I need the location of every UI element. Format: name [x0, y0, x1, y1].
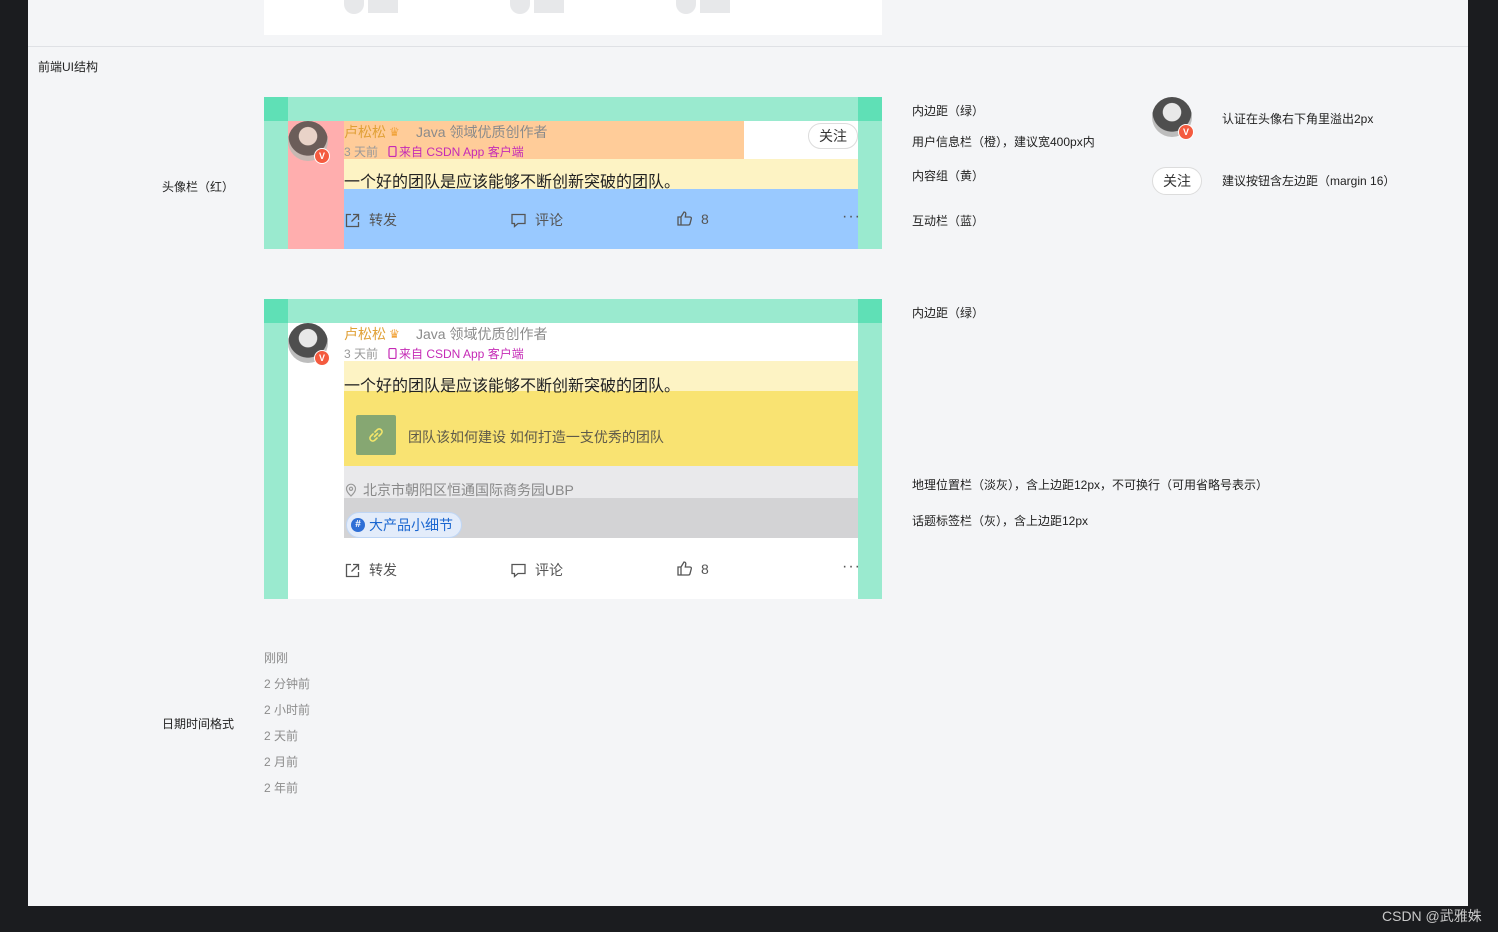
- follow-button[interactable]: 关注: [808, 123, 858, 149]
- like-button[interactable]: 8: [676, 560, 709, 577]
- padding-top: [264, 97, 882, 121]
- padding-corner: [264, 97, 288, 121]
- more-button[interactable]: ···: [842, 558, 861, 576]
- location-icon: [345, 483, 357, 497]
- like-icon: [677, 561, 692, 576]
- link-icon: [356, 415, 396, 455]
- post-source: 来自 CSDN App 客户端: [399, 145, 524, 159]
- user-title: Java 领域优质创作者: [416, 326, 548, 342]
- verified-icon: V: [314, 148, 330, 164]
- time-format-item: 刚刚: [264, 651, 289, 665]
- share-icon: [345, 213, 360, 227]
- padding-corner: [264, 299, 288, 323]
- placeholder-icon: [344, 0, 364, 14]
- like-count: 8: [701, 560, 709, 577]
- comment-icon: [511, 213, 526, 228]
- padding-top: [264, 299, 882, 323]
- topic-label: 大产品小细节: [369, 517, 453, 533]
- post-content: 一个好的团队是应该能够不断创新突破的团队。: [344, 378, 681, 395]
- comment-label: 评论: [535, 562, 563, 578]
- note-topic: 话题标签栏（灰），含上边距12px: [912, 514, 1089, 528]
- user-name[interactable]: 卢松松: [344, 324, 386, 344]
- row-label-date: 日期时间格式: [162, 717, 235, 731]
- post-card-extended: V 卢松松 ♛ Java 领域优质创作者 3 天前 来自 CSDN App 客户…: [264, 299, 882, 599]
- note-location: 地理位置栏（淡灰），含上边距12px，不可换行（可用省略号表示）: [912, 478, 1269, 492]
- hashtag-icon: #: [351, 518, 365, 532]
- like-count: 8: [701, 210, 709, 227]
- section-title: 前端UI结构: [38, 60, 99, 74]
- time-format-item: 2 分钟前: [264, 677, 311, 691]
- note-padding: 内边距（绿）: [912, 104, 985, 118]
- comment-label: 评论: [535, 212, 563, 228]
- row-label-avatar: 头像栏（红）: [162, 180, 235, 194]
- placeholder-icon: [510, 0, 530, 14]
- comment-button[interactable]: 评论: [510, 210, 563, 230]
- topic-tag[interactable]: # 大产品小细节: [346, 512, 462, 538]
- note-userinfo: 用户信息栏（橙），建议宽400px内: [912, 135, 1095, 149]
- post-time: 3 天前: [344, 145, 379, 159]
- time-format-item: 2 小时前: [264, 703, 311, 717]
- sample-follow-button[interactable]: 关注: [1152, 167, 1202, 195]
- note-follow: 建议按钮含左边距（margin 16）: [1222, 174, 1396, 188]
- location-text: 北京市朝阳区恒通国际商务园UBP: [363, 482, 574, 498]
- padding-corner: [858, 299, 882, 323]
- verified-icon: V: [1178, 124, 1194, 140]
- more-button[interactable]: ···: [842, 208, 861, 226]
- user-title: Java 领域优质创作者: [416, 124, 548, 140]
- share-icon: [345, 563, 360, 577]
- user-name[interactable]: 卢松松: [344, 122, 386, 142]
- placeholder-text: [534, 0, 564, 13]
- note-padding-2: 内边距（绿）: [912, 306, 985, 320]
- padding-right: [858, 323, 882, 599]
- link-title[interactable]: 团队该如何建设 如何打造一支优秀的团队: [408, 427, 664, 447]
- like-button[interactable]: 8: [676, 210, 709, 227]
- watermark: CSDN @武雅姝: [1382, 908, 1482, 924]
- padding-corner: [858, 97, 882, 121]
- crown-icon: ♛: [389, 125, 400, 139]
- time-format-item: 2 天前: [264, 729, 299, 743]
- phone-icon: [388, 348, 397, 359]
- post-card-annotated: V 卢松松 ♛ Java 领域优质创作者 3 天前 来自 CSDN App 客户…: [264, 97, 882, 249]
- time-format-item: 2 月前: [264, 755, 299, 769]
- section-divider: [28, 46, 1468, 47]
- time-format-item: 2 年前: [264, 781, 299, 795]
- padding-right: [858, 121, 882, 249]
- share-button[interactable]: 转发: [344, 210, 397, 230]
- previous-card: [264, 0, 882, 35]
- interaction-bar: [344, 189, 858, 249]
- note-cert: 认证在头像右下角里溢出2px: [1222, 112, 1374, 126]
- verified-icon: V: [314, 350, 330, 366]
- share-button[interactable]: 转发: [344, 560, 397, 580]
- comment-button[interactable]: 评论: [510, 560, 563, 580]
- post-content: 一个好的团队是应该能够不断创新突破的团队。: [344, 174, 681, 191]
- note-interaction: 互动栏（蓝）: [912, 214, 985, 228]
- comment-icon: [511, 563, 526, 578]
- phone-icon: [388, 146, 397, 157]
- location[interactable]: 北京市朝阳区恒通国际商务园UBP: [344, 480, 574, 500]
- placeholder-text: [368, 0, 398, 13]
- note-content: 内容组（黄）: [912, 169, 985, 183]
- crown-icon: ♛: [389, 327, 400, 341]
- post-source: 来自 CSDN App 客户端: [399, 347, 524, 361]
- placeholder-text: [700, 0, 730, 13]
- padding-left: [264, 121, 288, 249]
- padding-left: [264, 323, 288, 599]
- share-label: 转发: [369, 562, 397, 578]
- like-icon: [677, 211, 692, 226]
- share-label: 转发: [369, 212, 397, 228]
- placeholder-icon: [676, 0, 696, 14]
- post-time: 3 天前: [344, 347, 379, 361]
